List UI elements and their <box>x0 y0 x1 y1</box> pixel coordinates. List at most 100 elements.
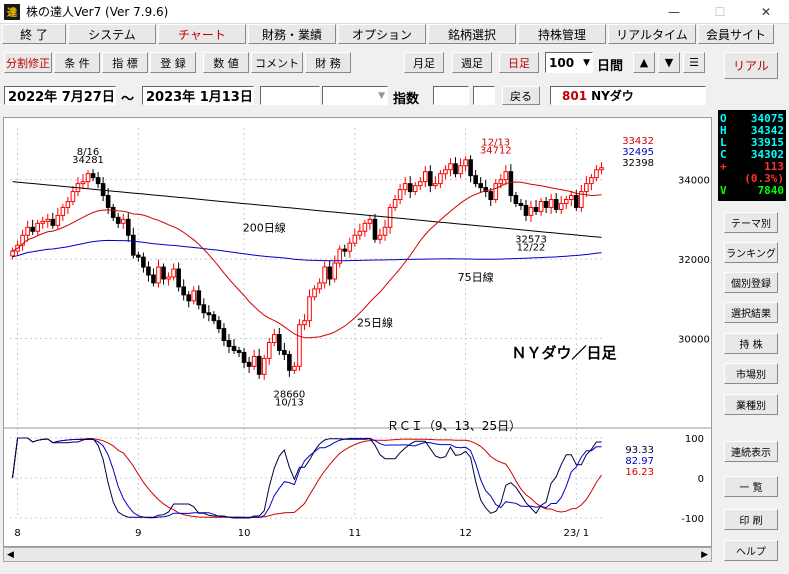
back-button[interactable]: 戻る <box>502 86 540 105</box>
menu-exit[interactable]: 終 了 <box>2 24 66 44</box>
chevron-down-icon[interactable]: ▼ <box>378 91 385 101</box>
market-select[interactable]: ▼ <box>322 86 388 105</box>
price-annotation: 34712 <box>480 145 512 156</box>
chevron-down-icon[interactable]: ▼ <box>583 58 590 68</box>
menu-realtime[interactable]: リアルタイム <box>608 24 696 44</box>
candle-body <box>246 361 252 367</box>
candle-body <box>453 163 458 175</box>
candle-body <box>10 250 15 257</box>
blank-field-2[interactable] <box>433 86 469 105</box>
candle-body <box>538 200 544 212</box>
split-adjust-button[interactable]: 分割修正 <box>4 52 52 73</box>
ma200-label: 200日線 <box>243 220 286 234</box>
start-date-field[interactable]: 2022年 7月27日 <box>4 86 116 105</box>
chart-panel[interactable]: 30000 32000 34000 8 9 10 11 12 23/ 1 100 0 -100 8/16… <box>3 117 712 547</box>
candle-body <box>574 195 579 208</box>
candle-body <box>377 234 383 240</box>
candle-body <box>151 274 156 284</box>
candle-body <box>357 230 363 236</box>
candle-body <box>422 171 428 183</box>
menu-list-icon[interactable]: ☰ <box>683 52 705 73</box>
menu-holdings[interactable]: 持株管理 <box>518 24 606 44</box>
candle-body <box>226 340 232 347</box>
financial-button[interactable]: 財 務 <box>305 52 351 73</box>
ma75-line <box>12 239 602 262</box>
candle-body <box>448 163 453 171</box>
blank-field-3[interactable] <box>473 86 495 105</box>
list-button[interactable]: 一 覧 <box>724 476 778 497</box>
register-button[interactable]: 登 録 <box>150 52 196 73</box>
individual-register-button[interactable]: 個別登録 <box>724 272 778 293</box>
candle-body <box>105 195 111 208</box>
candle-body <box>307 296 312 322</box>
indicator-button[interactable]: 指 標 <box>102 52 148 73</box>
stock-code-field[interactable]: 801 NYダウ <box>550 86 706 105</box>
candle-body <box>563 199 569 204</box>
candle-body <box>503 171 509 181</box>
menu-stock-select[interactable]: 銘柄選択 <box>428 24 516 44</box>
candle-body <box>317 282 322 290</box>
values-button[interactable]: 数 値 <box>203 52 249 73</box>
help-button[interactable]: ヘルプ <box>724 540 778 561</box>
market-button[interactable]: 市場別 <box>724 363 778 384</box>
monthly-button[interactable]: 月足 <box>404 52 444 73</box>
rci-legend-value: 82.97 <box>625 456 654 467</box>
candle-body <box>568 195 574 201</box>
end-date-field[interactable]: 2023年 1月13日 <box>142 86 254 105</box>
scroll-left-icon[interactable]: ◀ <box>7 550 14 560</box>
candle-body <box>241 351 247 363</box>
menu-system[interactable]: システム <box>68 24 156 44</box>
scroll-right-icon[interactable]: ▶ <box>701 550 708 560</box>
theme-button[interactable]: テーマ別 <box>724 212 778 233</box>
condition-button[interactable]: 条 件 <box>54 52 100 73</box>
candle-body <box>221 328 227 342</box>
menu-financial[interactable]: 財務・業績 <box>248 24 336 44</box>
candle-body <box>548 199 554 208</box>
y-tick-label: 34000 <box>678 176 710 187</box>
print-button[interactable]: 印 刷 <box>724 509 778 530</box>
candle-body <box>287 353 292 371</box>
menu-chart[interactable]: チャート <box>158 24 246 44</box>
comment-button[interactable]: コメント <box>251 52 303 73</box>
title-bar: 達 株の達人Ver7 (Ver 7.9.6) — ☐ ✕ <box>0 0 789 24</box>
continuous-display-button[interactable]: 連続表示 <box>724 441 778 462</box>
industry-button[interactable]: 業種別 <box>724 394 778 415</box>
candle-body <box>382 226 388 236</box>
candle-body <box>95 177 101 185</box>
holdings-button[interactable]: 持 株 <box>724 333 778 354</box>
candle-body <box>166 276 171 280</box>
candle-body <box>191 290 197 302</box>
candle-body <box>327 266 332 280</box>
weekly-button[interactable]: 週足 <box>452 52 492 73</box>
candle-body <box>332 262 337 280</box>
ma-legend-value: 32495 <box>622 147 654 158</box>
menu-member-site[interactable]: 会員サイト <box>698 24 774 44</box>
y-tick-label: 30000 <box>678 335 710 346</box>
candle-body <box>196 290 202 306</box>
candle-body <box>70 191 76 202</box>
candle-body <box>508 171 514 197</box>
maximize-icon: ☐ <box>714 5 726 19</box>
period-count-select[interactable]: 100 ▼ <box>545 52 593 73</box>
candle-body <box>297 324 302 367</box>
price-chart-svg[interactable]: 3000032000340008 9 10 11 12 23/ 11000-1008/16… <box>4 118 711 546</box>
chart-title: ＮＹダウ／日足 <box>511 344 617 362</box>
candle-body <box>211 314 217 322</box>
selection-result-button[interactable]: 選択結果 <box>724 302 778 323</box>
ma25-label: 25日線 <box>357 316 393 330</box>
scroll-down-arrow-icon[interactable]: ▼ <box>658 52 680 73</box>
menu-option[interactable]: オプション <box>338 24 426 44</box>
rci-legend-value: 16.23 <box>625 467 654 478</box>
daily-button[interactable]: 日足 <box>499 52 539 73</box>
candle-body <box>110 206 116 218</box>
close-icon[interactable]: ✕ <box>743 0 789 24</box>
blank-field-1[interactable] <box>260 86 320 105</box>
minimize-icon[interactable]: — <box>651 0 697 24</box>
ma75-label: 75日線 <box>458 270 494 284</box>
candle-body <box>55 214 61 226</box>
x-month-label: 9 <box>135 528 141 539</box>
ranking-button[interactable]: ランキング <box>724 242 778 263</box>
realtime-button[interactable]: リアル <box>724 52 778 79</box>
horizontal-scrollbar[interactable]: ◀ ▶ <box>3 547 712 562</box>
scroll-up-arrow-icon[interactable]: ▲ <box>633 52 655 73</box>
